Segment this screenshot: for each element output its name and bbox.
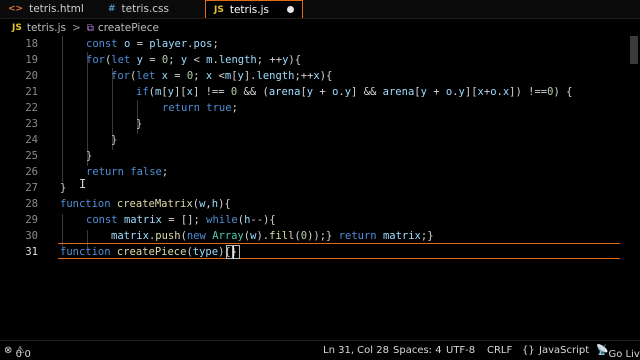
braces-icon[interactable]: {} xyxy=(522,345,535,356)
cursor-position[interactable]: Ln 31, Col 28 xyxy=(323,345,389,356)
tab-label: tetris.css xyxy=(121,3,169,15)
tab-tetris-js[interactable]: JS tetris.js xyxy=(205,0,303,18)
code-line: 23 } xyxy=(0,116,620,132)
go-live-label: Go Live xyxy=(608,349,640,360)
error-count: 0 xyxy=(15,349,22,360)
code-text: return true; xyxy=(162,102,238,114)
status-bar: ⊗ 0 ⚠ 0 Ln 31, Col 28 Spaces: 4 UTF-8 CR… xyxy=(0,340,640,360)
tab-label: tetris.js xyxy=(229,3,269,16)
warning-count: 0 xyxy=(24,349,31,360)
breadcrumb-file[interactable]: tetris.js xyxy=(27,22,66,34)
code-line: 29 const matrix = []; while(h--){ xyxy=(0,212,620,228)
code-text: function createPiece(type){} xyxy=(60,246,238,258)
tab-tetris-css[interactable]: # tetris.css xyxy=(108,0,198,18)
line-number: 27 xyxy=(25,182,38,194)
line-number: 25 xyxy=(25,150,38,162)
code-text: if(m[y][x] !== 0 && (arena[y + o.y] && a… xyxy=(136,86,573,98)
code-line: 25 } xyxy=(0,148,620,164)
code-line: 26 return false; xyxy=(0,164,620,180)
line-number: 26 xyxy=(25,166,38,178)
line-number: 22 xyxy=(25,102,38,114)
code-line: 31 function createPiece(type){} xyxy=(0,244,620,260)
unsaved-dot-icon[interactable] xyxy=(286,6,294,13)
html-file-icon: <> xyxy=(8,4,24,14)
js-file-icon: JS xyxy=(12,23,22,33)
tab-tetris-html[interactable]: <> tetris.html xyxy=(8,0,98,18)
text-cursor xyxy=(233,246,234,259)
code-text: } xyxy=(136,118,143,130)
code-line: 18 const o = player.pos; xyxy=(0,36,620,52)
line-number: 21 xyxy=(25,86,38,98)
code-line: 21 if(m[y][x] !== 0 && (arena[y + o.y] &… xyxy=(0,84,620,100)
code-text: matrix.push(new Array(w).fill(0));} retu… xyxy=(111,230,434,242)
line-number: 19 xyxy=(25,54,38,66)
line-number: 24 xyxy=(25,134,38,146)
line-number: 20 xyxy=(25,70,38,82)
css-file-icon: # xyxy=(108,4,116,14)
code-text: return false; xyxy=(86,166,169,178)
code-line: 27 } xyxy=(0,180,620,196)
tab-label: tetris.html xyxy=(29,3,84,15)
code-text: for(let y = 0; y < m.length; ++y){ xyxy=(86,54,302,66)
code-line: 30 matrix.push(new Array(w).fill(0));} r… xyxy=(0,228,620,244)
go-live-button[interactable]: 📡Go Live xyxy=(596,345,640,360)
text-cursor-icon: I xyxy=(79,177,87,191)
problems-indicator[interactable]: ⊗ 0 ⚠ 0 xyxy=(4,345,31,360)
line-number: 31 xyxy=(25,246,38,258)
method-cube-icon: ⧉ xyxy=(86,22,94,34)
language-mode[interactable]: JavaScript xyxy=(539,345,589,356)
scrollbar-thumb[interactable] xyxy=(630,36,638,64)
breadcrumb-separator: > xyxy=(71,22,81,34)
line-number: 30 xyxy=(25,230,38,242)
code-line: 20 for(let x = 0; x <m[y].length;++x){ xyxy=(0,68,620,84)
code-text: } xyxy=(111,134,118,146)
code-line: 28 function createMatrix(w,h){ xyxy=(0,196,620,212)
js-file-icon: JS xyxy=(214,4,224,15)
line-number: 29 xyxy=(25,214,38,226)
encoding-setting[interactable]: UTF-8 xyxy=(446,345,475,356)
eol-setting[interactable]: CRLF xyxy=(487,345,512,356)
breadcrumb: JS tetris.js > ⧉ createPiece xyxy=(0,20,640,36)
code-text: } xyxy=(86,150,93,162)
line-number: 28 xyxy=(25,198,38,210)
breadcrumb-symbol[interactable]: createPiece xyxy=(98,22,159,34)
code-editor[interactable]: 18 const o = player.pos; 19 for(let y = … xyxy=(0,36,640,338)
code-line: 19 for(let y = 0; y < m.length; ++y){ xyxy=(0,52,620,68)
line-number: 23 xyxy=(25,118,38,130)
code-text: const o = player.pos; xyxy=(86,38,219,50)
code-text: function createMatrix(w,h){ xyxy=(60,198,231,210)
code-text: const matrix = []; while(h--){ xyxy=(86,214,276,226)
indentation-setting[interactable]: Spaces: 4 xyxy=(393,345,442,356)
code-text: for(let x = 0; x <m[y].length;++x){ xyxy=(111,70,333,82)
code-text: } xyxy=(60,182,67,194)
line-number: 18 xyxy=(25,38,38,50)
tab-bar: <> tetris.html # tetris.css JS tetris.js xyxy=(0,0,640,19)
code-line: 22 return true; xyxy=(0,100,620,116)
code-line: 24 } xyxy=(0,132,620,148)
